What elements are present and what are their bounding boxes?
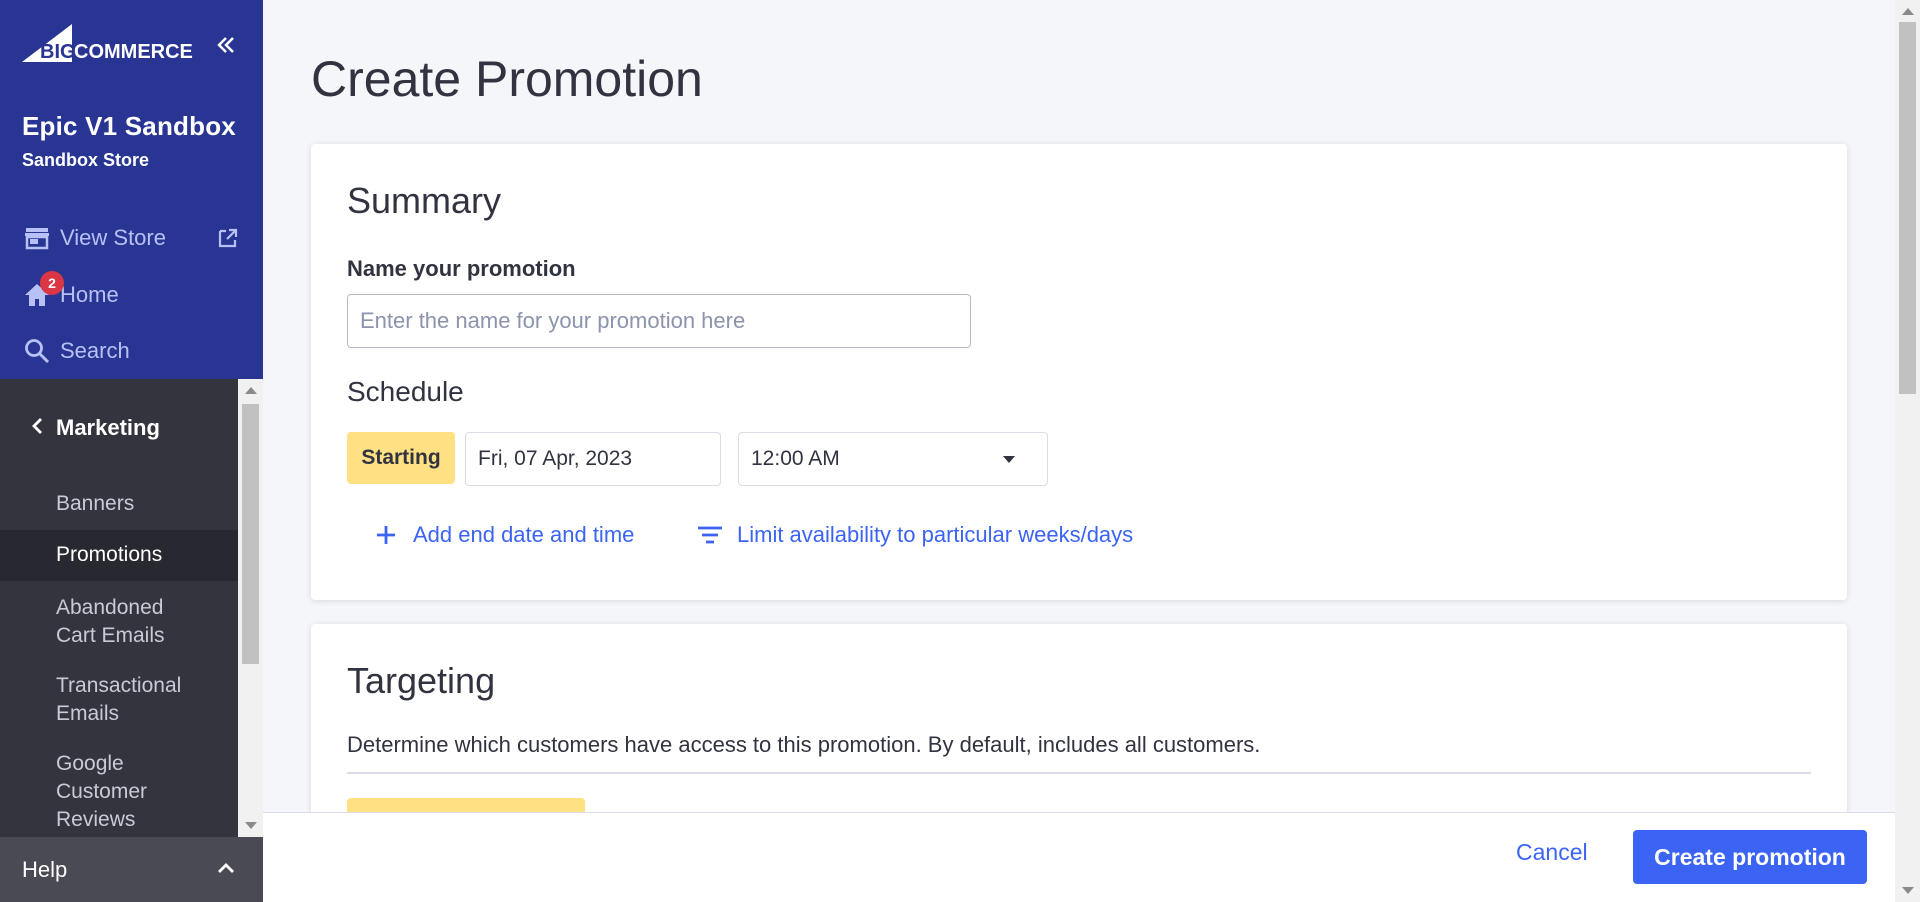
starting-badge: Starting [347, 432, 455, 484]
logo-text-commerce: COMMERCE [74, 41, 193, 63]
limit-availability-label: Limit availability to particular weeks/d… [737, 522, 1134, 547]
logo-text-big: BIG [40, 41, 76, 63]
marketing-subnav: Marketing Banners Promotions Abandoned C… [0, 379, 238, 837]
nav-view-store-label: View Store [60, 225, 166, 250]
start-date-input[interactable]: Fri, 07 Apr, 2023 [465, 432, 721, 486]
page-title: Create Promotion [311, 51, 703, 107]
marketing-title: Marketing [56, 415, 160, 440]
subnav-item-promotions[interactable]: Promotions [0, 530, 238, 581]
caret-down-icon [1003, 455, 1015, 463]
nav-search[interactable]: Search [22, 336, 130, 366]
nav-view-store[interactable]: View Store [22, 223, 166, 253]
marketing-back-button[interactable]: Marketing [30, 415, 160, 441]
targeting-description: Determine which customers have access to… [347, 732, 1261, 757]
sidebar-scrollbar[interactable] [238, 379, 263, 837]
subnav-item-banners[interactable]: Banners [0, 486, 238, 522]
start-time-value: 12:00 AM [751, 447, 840, 470]
sidebar-header: BIG COMMERCE Epic V1 Sandbox Sandbox Sto… [0, 0, 263, 379]
scroll-up-arrow-icon[interactable] [245, 387, 257, 394]
scroll-down-arrow-icon[interactable] [245, 822, 257, 829]
subnav-item-abandoned-cart-emails[interactable]: Abandoned Cart Emails [0, 594, 200, 654]
promotion-name-input[interactable] [347, 294, 971, 348]
external-link-icon[interactable] [216, 226, 240, 250]
page-scroll-down-arrow-icon[interactable] [1902, 887, 1914, 894]
chevron-left-icon [30, 415, 44, 441]
page-scroll-up-arrow-icon[interactable] [1902, 8, 1914, 15]
nav-home-label: Home [60, 282, 119, 307]
chevron-up-icon [215, 857, 237, 885]
nav-search-label: Search [60, 338, 130, 363]
store-name: Epic V1 Sandbox [22, 111, 236, 141]
scrollbar-thumb[interactable] [242, 404, 259, 664]
subnav-item-transactional-emails[interactable]: Transactional Emails [0, 672, 200, 732]
add-end-date-button[interactable]: Add end date and time [371, 520, 634, 550]
subnav-item-google-customer-reviews[interactable]: Google Customer Reviews [0, 750, 180, 837]
plus-icon [371, 520, 401, 550]
action-footer: Cancel Create promotion [263, 812, 1895, 902]
collapse-sidebar-icon[interactable] [210, 30, 240, 60]
filter-icon [695, 520, 725, 550]
limit-availability-button[interactable]: Limit availability to particular weeks/d… [695, 520, 1133, 550]
schedule-heading: Schedule [347, 376, 464, 407]
start-time-select[interactable]: 12:00 AM [738, 432, 1048, 486]
cancel-button[interactable]: Cancel [1516, 839, 1588, 866]
help-toggle[interactable]: Help [0, 837, 263, 902]
targeting-heading: Targeting [347, 660, 496, 701]
notification-badge: 2 [40, 271, 64, 295]
divider [347, 772, 1811, 774]
storefront-icon [22, 223, 52, 253]
nav-home[interactable]: Home [22, 280, 119, 310]
create-promotion-button[interactable]: Create promotion [1633, 830, 1867, 884]
help-label: Help [22, 857, 68, 882]
summary-heading: Summary [347, 180, 502, 221]
main-content: Create Promotion Summary Name your promo… [263, 0, 1895, 902]
sidebar: BIG COMMERCE Epic V1 Sandbox Sandbox Sto… [0, 0, 263, 902]
add-end-date-label: Add end date and time [413, 522, 635, 547]
store-type: Sandbox Store [22, 150, 150, 170]
promotion-name-label: Name your promotion [347, 256, 576, 281]
page-scrollbar-thumb[interactable] [1899, 22, 1916, 394]
bigcommerce-logo[interactable]: BIG COMMERCE [22, 24, 202, 64]
start-date-value: Fri, 07 Apr, 2023 [478, 447, 633, 470]
page-scrollbar[interactable] [1895, 0, 1920, 902]
search-icon [22, 336, 52, 366]
summary-card: Summary Name your promotion Schedule Sta… [311, 144, 1847, 600]
